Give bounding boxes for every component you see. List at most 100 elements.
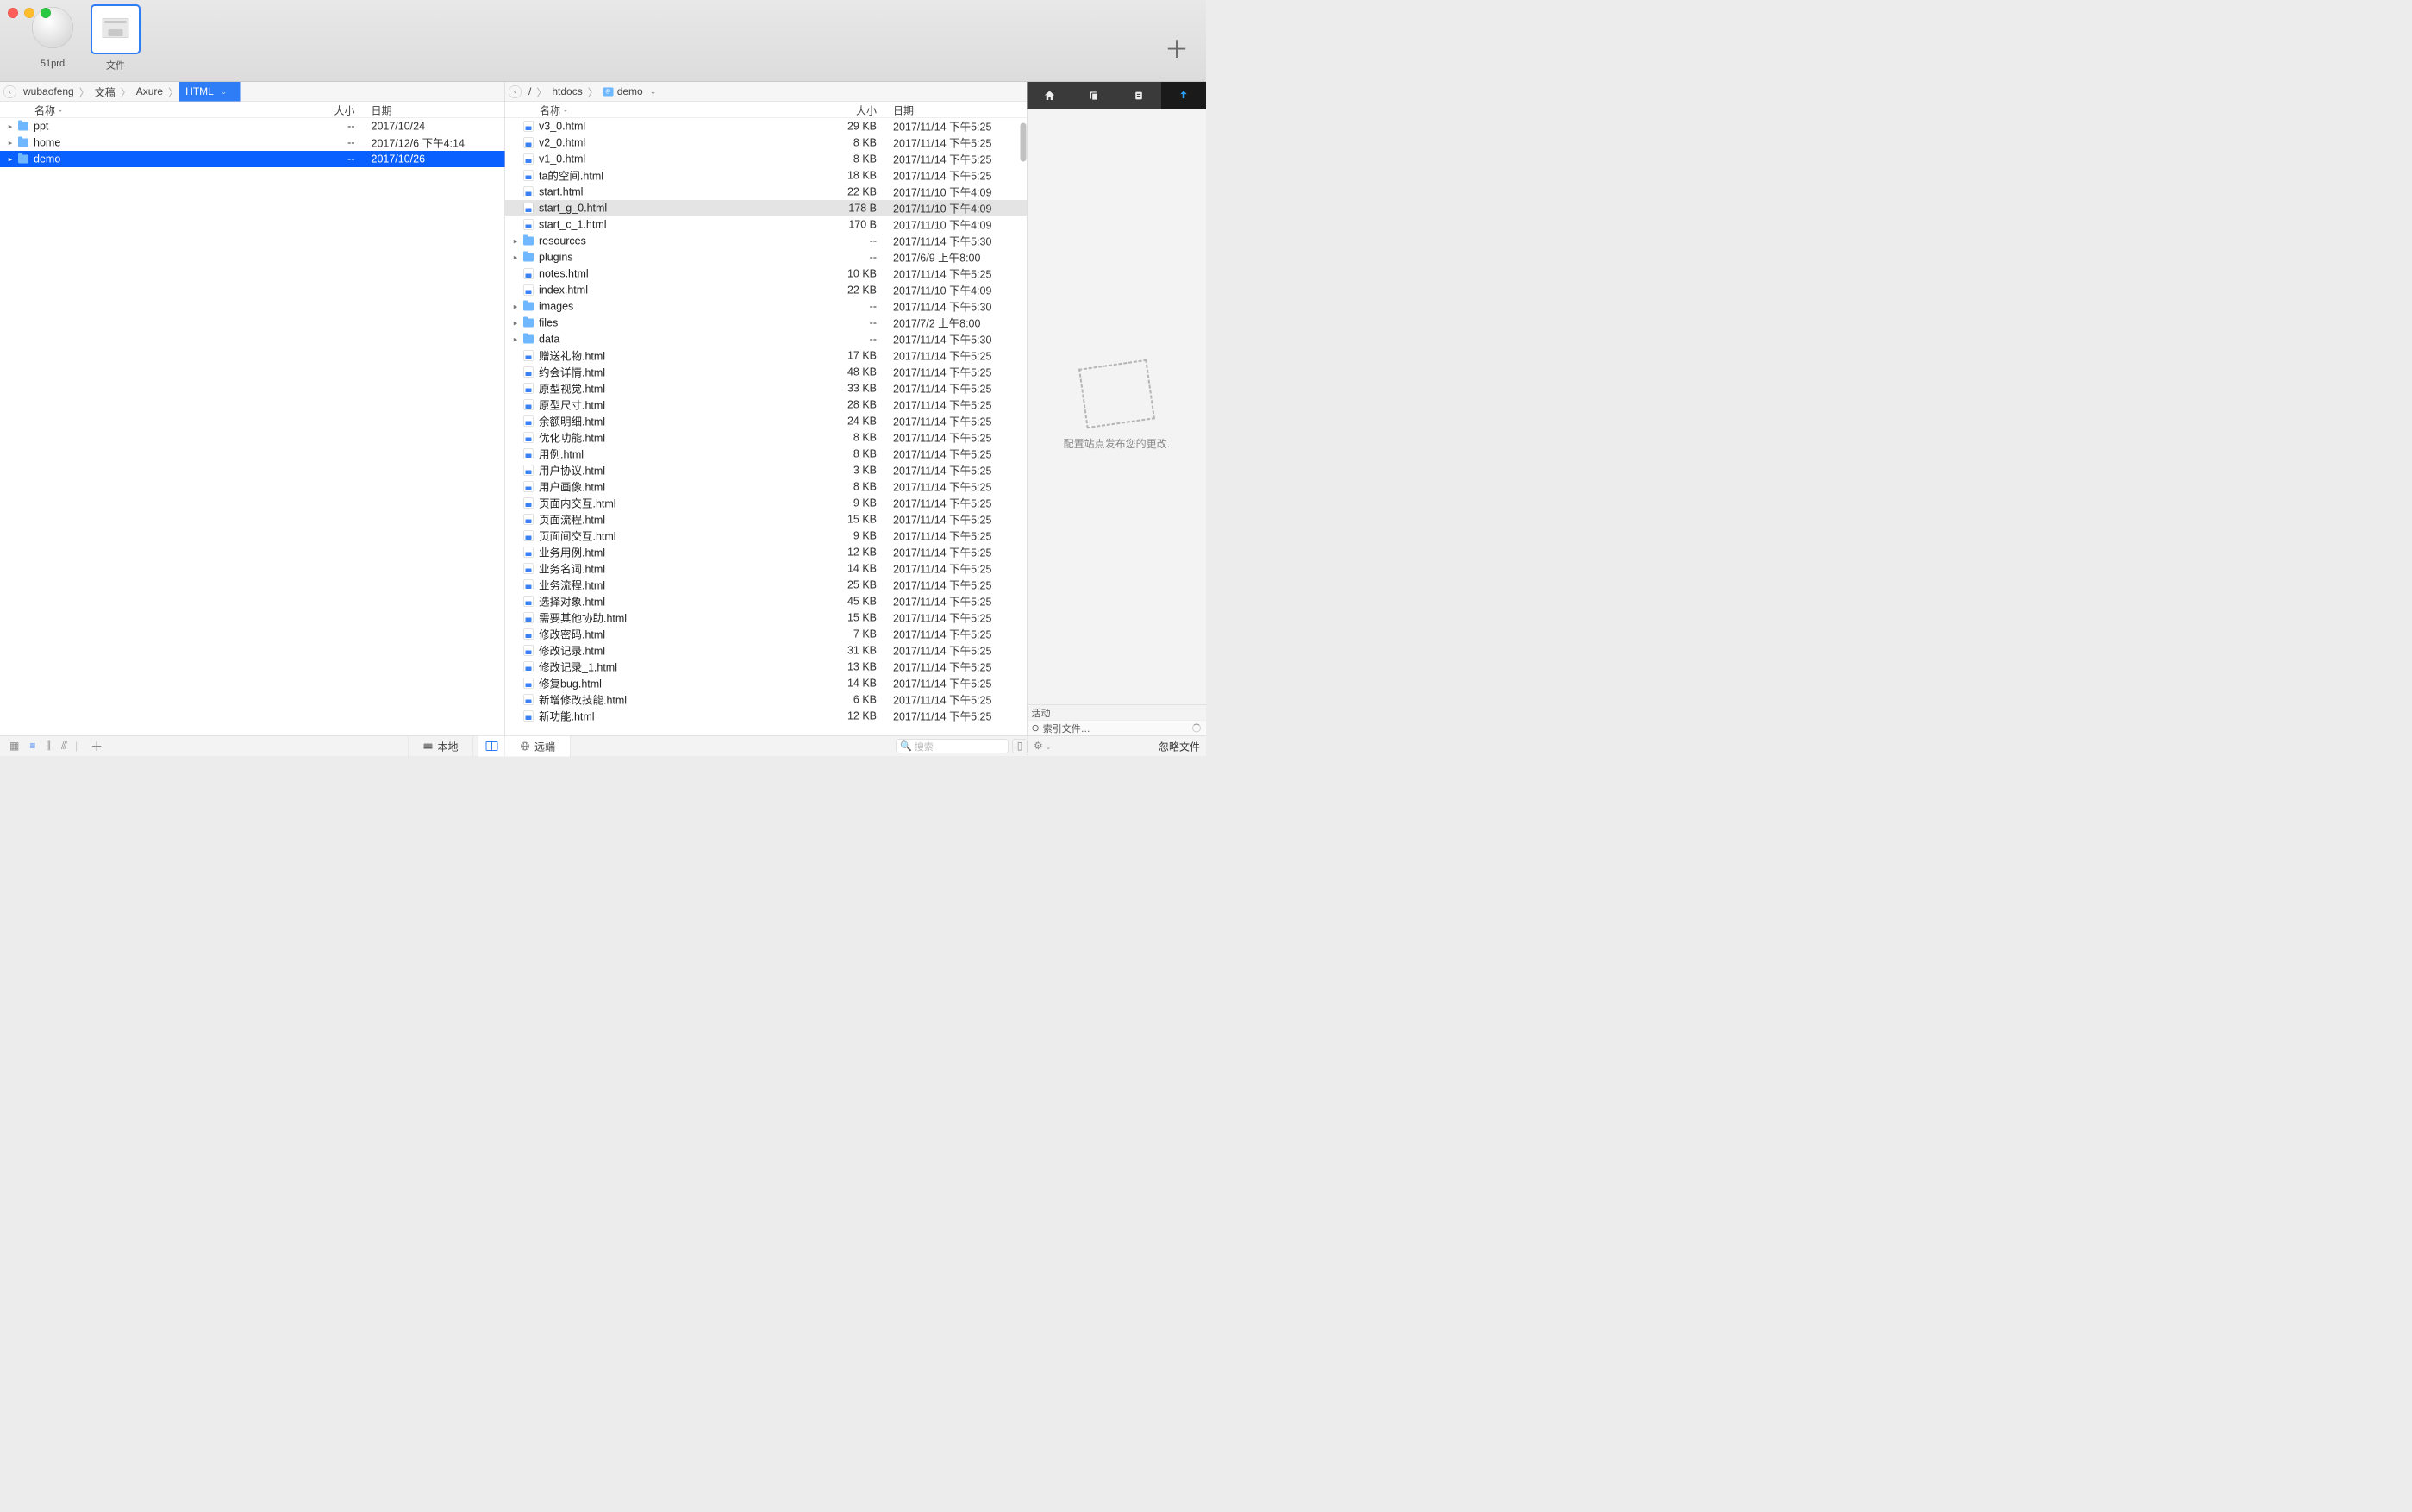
- remote-tab-button[interactable]: 远端: [505, 735, 571, 756]
- file-row[interactable]: 业务流程.html25 KB2017/11/14 下午5:25: [505, 577, 1027, 593]
- file-row[interactable]: 页面内交互.html9 KB2017/11/14 下午5:25: [505, 495, 1027, 511]
- file-row[interactable]: 用户协议.html3 KB2017/11/14 下午5:25: [505, 462, 1027, 478]
- file-row[interactable]: 修改密码.html7 KB2017/11/14 下午5:25: [505, 626, 1027, 642]
- history-back-button[interactable]: ‹: [509, 85, 522, 98]
- file-row[interactable]: 修改记录.html31 KB2017/11/14 下午5:25: [505, 642, 1027, 659]
- col-date-label[interactable]: 日期: [363, 103, 505, 118]
- file-row[interactable]: 选择对象.html45 KB2017/11/14 下午5:25: [505, 593, 1027, 609]
- file-row[interactable]: 业务用例.html12 KB2017/11/14 下午5:25: [505, 544, 1027, 560]
- html-file-icon: [524, 661, 534, 672]
- file-row[interactable]: v3_0.html29 KB2017/11/14 下午5:25: [505, 118, 1027, 134]
- add-button[interactable]: ＋: [91, 737, 103, 754]
- file-row[interactable]: 页面流程.html15 KB2017/11/14 下午5:25: [505, 511, 1027, 528]
- activity-stop-icon[interactable]: ⊖: [1032, 722, 1040, 734]
- disclosure-triangle-icon[interactable]: ▸: [510, 302, 521, 311]
- settings-gear-icon[interactable]: ⚙︎ ⌄: [1034, 740, 1051, 753]
- file-row[interactable]: ▸images--2017/11/14 下午5:30: [505, 298, 1027, 315]
- col-size-label[interactable]: 大小: [828, 103, 884, 118]
- file-row[interactable]: start_g_0.html178 B2017/11/10 下午4:09: [505, 200, 1027, 216]
- disclosure-triangle-icon[interactable]: ▸: [510, 318, 521, 328]
- disclosure-triangle-icon[interactable]: ▸: [510, 334, 521, 344]
- file-size: 18 KB: [828, 169, 884, 182]
- file-row[interactable]: v1_0.html8 KB2017/11/14 下午5:25: [505, 151, 1027, 167]
- disclosure-triangle-icon[interactable]: ▸: [5, 138, 16, 147]
- file-date: 2017/11/14 下午5:25: [884, 430, 1027, 446]
- file-row[interactable]: ▸files--2017/7/2 上午8:00: [505, 315, 1027, 331]
- breadcrumb-segment[interactable]: demo⌄: [599, 82, 661, 102]
- file-row[interactable]: 需要其他协助.html15 KB2017/11/14 下午5:25: [505, 609, 1027, 626]
- file-row[interactable]: ▸resources--2017/11/14 下午5:30: [505, 233, 1027, 249]
- file-date: 2017/11/14 下午5:25: [884, 627, 1027, 642]
- disclosure-triangle-icon[interactable]: ▸: [5, 154, 16, 164]
- file-row[interactable]: 原型视觉.html33 KB2017/11/14 下午5:25: [505, 380, 1027, 397]
- file-row[interactable]: ▸demo--2017/10/26: [0, 151, 505, 167]
- file-row[interactable]: 业务名词.html14 KB2017/11/14 下午5:25: [505, 560, 1027, 577]
- view-icons-button[interactable]: ▦: [7, 740, 22, 753]
- sidetab-upload[interactable]: [1161, 82, 1206, 109]
- dual-pane-toggle[interactable]: [478, 735, 505, 756]
- file-row[interactable]: 赠送礼物.html17 KB2017/11/14 下午5:25: [505, 347, 1027, 364]
- file-row[interactable]: notes.html10 KB2017/11/14 下午5:25: [505, 266, 1027, 282]
- bookmark-button[interactable]: ▯: [1013, 739, 1028, 753]
- col-name-label[interactable]: 名称: [540, 103, 560, 118]
- file-row[interactable]: ta的空间.html18 KB2017/11/14 下午5:25: [505, 167, 1027, 184]
- history-back-button[interactable]: ‹: [3, 85, 16, 98]
- zoom-button[interactable]: [41, 8, 51, 18]
- file-row[interactable]: 用例.html8 KB2017/11/14 下午5:25: [505, 446, 1027, 462]
- search-input[interactable]: 🔍 搜索: [897, 739, 1009, 753]
- file-row[interactable]: 修改记录_1.html13 KB2017/11/14 下午5:25: [505, 659, 1027, 675]
- file-row[interactable]: 新功能.html12 KB2017/11/14 下午5:25: [505, 708, 1027, 724]
- file-name: files: [539, 316, 828, 329]
- chevron-right-icon: 〉: [120, 84, 132, 100]
- html-file-icon: [524, 268, 534, 279]
- file-row[interactable]: ▸data--2017/11/14 下午5:30: [505, 331, 1027, 347]
- file-date: 2017/11/14 下午5:30: [884, 234, 1027, 249]
- local-tab-button[interactable]: 本地: [408, 735, 473, 756]
- file-row[interactable]: start_c_1.html170 B2017/11/10 下午4:09: [505, 216, 1027, 233]
- file-row[interactable]: v2_0.html8 KB2017/11/14 下午5:25: [505, 134, 1027, 151]
- file-row[interactable]: 修复bug.html14 KB2017/11/14 下午5:25: [505, 675, 1027, 691]
- titlebar-tab[interactable]: 文件: [90, 4, 141, 72]
- file-row[interactable]: 原型尺寸.html28 KB2017/11/14 下午5:25: [505, 397, 1027, 413]
- file-size: 14 KB: [828, 562, 884, 575]
- sidetab-home[interactable]: [1028, 82, 1072, 109]
- titlebar: 51prd文件 ＋: [0, 0, 1206, 82]
- file-row[interactable]: 页面间交互.html9 KB2017/11/14 下午5:25: [505, 528, 1027, 544]
- close-button[interactable]: [8, 8, 18, 18]
- file-row[interactable]: 优化功能.html8 KB2017/11/14 下午5:25: [505, 429, 1027, 446]
- file-row[interactable]: ▸ppt--2017/10/24: [0, 118, 505, 134]
- file-row[interactable]: start.html22 KB2017/11/10 下午4:09: [505, 184, 1027, 200]
- file-row[interactable]: index.html22 KB2017/11/10 下午4:09: [505, 282, 1027, 298]
- breadcrumb-segment[interactable]: HTML⌄: [179, 82, 240, 102]
- disclosure-triangle-icon[interactable]: ▸: [510, 253, 521, 262]
- file-row[interactable]: 约会详情.html48 KB2017/11/14 下午5:25: [505, 364, 1027, 380]
- col-date-label[interactable]: 日期: [884, 103, 1027, 118]
- breadcrumb-segment[interactable]: 文稿: [91, 82, 120, 102]
- file-row[interactable]: 用户画像.html8 KB2017/11/14 下午5:25: [505, 478, 1027, 495]
- sidetab-doc[interactable]: [1116, 82, 1161, 109]
- html-file-icon: [524, 465, 534, 476]
- ignore-files-label[interactable]: 忽略文件: [1159, 739, 1200, 754]
- disclosure-triangle-icon[interactable]: ▸: [5, 122, 16, 131]
- breadcrumb-segment[interactable]: Axure: [132, 82, 167, 102]
- breadcrumb-segment[interactable]: /: [524, 82, 535, 102]
- file-row[interactable]: 新增修改技能.html6 KB2017/11/14 下午5:25: [505, 691, 1027, 708]
- view-columns-button[interactable]: ⫼: [43, 740, 53, 752]
- file-row[interactable]: ▸plugins--2017/6/9 上午8:00: [505, 249, 1027, 266]
- new-tab-button[interactable]: ＋: [1165, 30, 1189, 66]
- col-name-label[interactable]: 名称: [34, 103, 55, 118]
- file-row[interactable]: 余额明细.html24 KB2017/11/14 下午5:25: [505, 413, 1027, 429]
- scrollbar-thumb[interactable]: [1021, 123, 1027, 162]
- html-file-icon: [524, 366, 534, 378]
- file-name: 页面内交互.html: [539, 496, 828, 511]
- sidetab-copy[interactable]: [1072, 82, 1116, 109]
- breadcrumb-segment[interactable]: wubaofeng: [19, 82, 78, 102]
- disclosure-triangle-icon[interactable]: ▸: [510, 236, 521, 246]
- minimize-button[interactable]: [24, 8, 34, 18]
- file-date: 2017/11/14 下午5:25: [884, 447, 1027, 462]
- view-list-button[interactable]: ≡: [27, 740, 38, 752]
- file-row[interactable]: ▸home--2017/12/6 下午4:14: [0, 134, 505, 151]
- breadcrumb-segment[interactable]: htdocs: [547, 82, 586, 102]
- col-size-label[interactable]: 大小: [307, 103, 363, 118]
- view-split-button[interactable]: ⫻: [59, 740, 70, 752]
